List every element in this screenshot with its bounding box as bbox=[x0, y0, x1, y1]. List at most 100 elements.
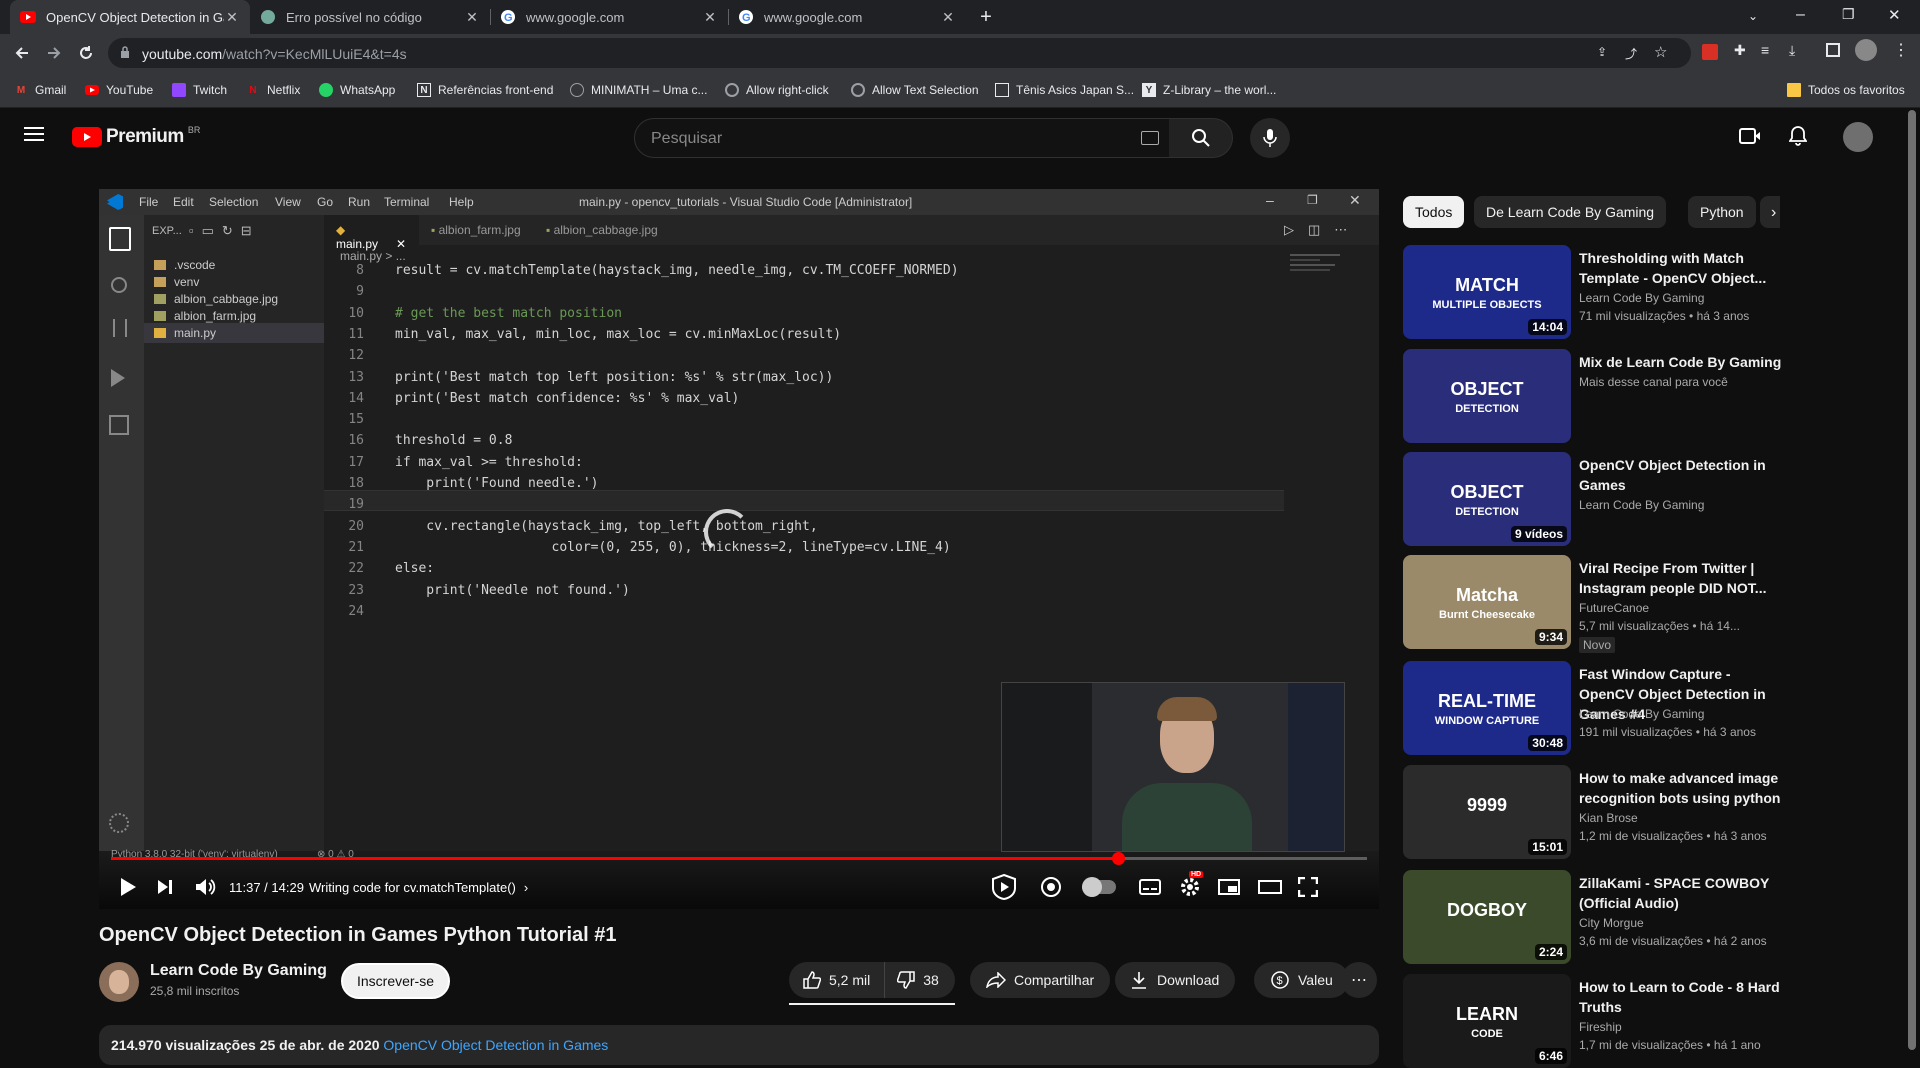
rec-thumbnail[interactable]: Matcha Burnt Cheesecake 9:34 bbox=[1403, 555, 1571, 649]
search-button[interactable] bbox=[1169, 118, 1233, 158]
close-tab-icon[interactable]: ✕ bbox=[224, 9, 240, 26]
rec-thumbnail[interactable]: DOGBOY 2:24 bbox=[1403, 870, 1571, 964]
chip-channel[interactable]: De Learn Code By Gaming bbox=[1474, 196, 1667, 228]
bookmark-netflix[interactable]: N Netflix bbox=[246, 82, 300, 98]
rec-channel[interactable]: FutureCanoe bbox=[1579, 601, 1649, 615]
close-window-icon[interactable]: ✕ bbox=[1888, 6, 1901, 24]
dislike-button[interactable]: 38 bbox=[885, 962, 951, 998]
tab-search-icon[interactable]: ⌄ bbox=[1748, 9, 1758, 23]
rec-thumbnail[interactable]: OBJECT DETECTION 9 vídeos bbox=[1403, 452, 1571, 546]
rec-channel[interactable]: Learn Code By Gaming bbox=[1579, 498, 1704, 512]
bookmark-gmail[interactable]: M Gmail bbox=[14, 82, 67, 98]
chip-all[interactable]: Todos bbox=[1403, 196, 1465, 228]
miniplayer-aperture-icon[interactable] bbox=[1040, 873, 1062, 901]
download-button[interactable]: Download bbox=[1115, 962, 1236, 998]
bookmark-youtube[interactable]: YouTube bbox=[85, 82, 153, 98]
rec-channel[interactable]: Kian Brose bbox=[1579, 811, 1638, 825]
chip-python[interactable]: Python bbox=[1688, 196, 1756, 228]
url-bar[interactable]: youtube.com/watch?v=KecMlLUuiE4&t=4s ⇪ ⤴… bbox=[108, 38, 1691, 68]
new-tab-button[interactable]: + bbox=[975, 6, 997, 28]
video-progress-bar[interactable] bbox=[111, 852, 1367, 865]
user-avatar[interactable] bbox=[1843, 122, 1873, 152]
autoplay-toggle[interactable] bbox=[1082, 873, 1116, 901]
video-player[interactable]: File Edit Selection View Go Run Terminal… bbox=[99, 189, 1379, 909]
bookmark-allow-right-click[interactable]: Allow right-click bbox=[725, 82, 829, 98]
rec-channel[interactable]: Learn Code By Gaming bbox=[1579, 291, 1704, 305]
share-button[interactable]: Compartilhar bbox=[970, 962, 1111, 998]
create-video-icon[interactable] bbox=[1739, 127, 1761, 145]
bookmark-zlibrary[interactable]: Y Z-Library – the worl... bbox=[1142, 82, 1276, 98]
playlist-link[interactable]: OpenCV Object Detection in Games bbox=[383, 1037, 608, 1053]
hamburger-menu-icon[interactable] bbox=[24, 126, 44, 142]
autoplay-shield-icon[interactable] bbox=[992, 873, 1016, 901]
more-actions-icon[interactable]: ⋯ bbox=[1341, 962, 1377, 998]
thanks-button[interactable]: $ Valeu bbox=[1254, 962, 1349, 998]
bookmarks-folder[interactable]: Todos os favoritos bbox=[1787, 82, 1905, 98]
rec-title[interactable]: OpenCV Object Detection in Games bbox=[1579, 455, 1789, 495]
reload-icon[interactable] bbox=[74, 42, 98, 64]
youtube-logo[interactable]: Premium BR bbox=[72, 125, 200, 148]
lock-icon[interactable] bbox=[120, 46, 130, 59]
browser-tab-chatgpt[interactable]: Erro possível no código ✕ bbox=[250, 0, 490, 34]
media-icon[interactable]: ≡ bbox=[1761, 42, 1769, 58]
page-scrollbar[interactable] bbox=[1904, 108, 1920, 1054]
rec-title[interactable]: ZillaKami - SPACE COWBOY (Official Audio… bbox=[1579, 873, 1789, 913]
settings-button[interactable]: HD bbox=[1179, 871, 1204, 901]
theater-mode-button[interactable] bbox=[1258, 873, 1282, 901]
rec-thumbnail[interactable]: OBJECT DETECTION bbox=[1403, 349, 1571, 443]
play-button[interactable] bbox=[119, 873, 137, 901]
chevron-right-icon[interactable]: › bbox=[1771, 204, 1776, 222]
rec-thumbnail[interactable]: MATCH MULTIPLE OBJECTS 14:04 bbox=[1403, 245, 1571, 339]
side-panel-icon[interactable] bbox=[1826, 43, 1840, 57]
bookmark-star-icon[interactable]: ☆ bbox=[1654, 43, 1667, 61]
back-icon[interactable] bbox=[10, 42, 34, 64]
channel-name[interactable]: Learn Code By Gaming bbox=[150, 962, 327, 980]
browser-tab-google-1[interactable]: G www.google.com ✕ bbox=[490, 0, 728, 34]
browser-tab-youtube[interactable]: OpenCV Object Detection in Gar ✕ bbox=[10, 0, 250, 34]
bookmark-minimath[interactable]: MINIMATH – Uma c... bbox=[570, 82, 707, 98]
scrollbar-thumb[interactable] bbox=[1908, 110, 1916, 1050]
close-tab-icon[interactable]: ✕ bbox=[702, 9, 718, 26]
keyboard-icon[interactable] bbox=[1141, 131, 1159, 145]
subscribe-button[interactable]: Inscrever-se bbox=[341, 963, 450, 999]
notifications-bell-icon[interactable] bbox=[1789, 126, 1807, 146]
channel-avatar[interactable] bbox=[99, 962, 139, 1002]
rec-thumbnail[interactable]: 9999 15:01 bbox=[1403, 765, 1571, 859]
bookmark-twitch[interactable]: Twitch bbox=[172, 82, 227, 98]
subtitles-button[interactable] bbox=[1139, 873, 1161, 901]
bookmark-allow-text-selection[interactable]: Allow Text Selection bbox=[851, 82, 979, 98]
rec-channel[interactable]: Mais desse canal para você bbox=[1579, 375, 1728, 389]
next-video-button[interactable] bbox=[157, 873, 173, 901]
rec-thumbnail[interactable]: REAL-TIME WINDOW CAPTURE 30:48 bbox=[1403, 661, 1571, 755]
share-icon[interactable]: ⤴ bbox=[1625, 45, 1637, 62]
search-input[interactable]: Pesquisar bbox=[634, 118, 1170, 158]
volume-button[interactable] bbox=[195, 873, 217, 901]
bookmark-whatsapp[interactable]: WhatsApp bbox=[319, 82, 395, 98]
fullscreen-button[interactable] bbox=[1298, 873, 1318, 901]
profile-avatar[interactable] bbox=[1855, 39, 1877, 61]
extensions-icon[interactable]: ✚ bbox=[1734, 42, 1746, 59]
pdf-extension-icon[interactable] bbox=[1702, 44, 1718, 60]
restore-icon[interactable]: ❐ bbox=[1842, 6, 1855, 23]
rec-channel[interactable]: City Morgue bbox=[1579, 916, 1644, 930]
rec-title[interactable]: How to make advanced image recognition b… bbox=[1579, 768, 1789, 808]
rec-title[interactable]: Viral Recipe From Twitter | Instagram pe… bbox=[1579, 558, 1789, 598]
voice-search-button[interactable] bbox=[1250, 118, 1290, 158]
bookmark-tenis[interactable]: Tênis Asics Japan S... bbox=[995, 82, 1134, 98]
description-box[interactable]: 214.970 visualizações 25 de abr. de 2020… bbox=[99, 1025, 1379, 1065]
forward-icon[interactable] bbox=[42, 42, 66, 64]
rec-title[interactable]: Mix de Learn Code By Gaming bbox=[1579, 352, 1789, 372]
rec-channel[interactable]: Fireship bbox=[1579, 1020, 1622, 1034]
browser-tab-google-2[interactable]: G www.google.com ✕ bbox=[728, 0, 966, 34]
rec-title[interactable]: How to Learn to Code - 8 Hard Truths bbox=[1579, 977, 1789, 1017]
chip-next-partial[interactable] bbox=[1760, 196, 1780, 228]
install-app-icon[interactable]: ⇪ bbox=[1597, 45, 1607, 59]
minimize-icon[interactable]: – bbox=[1796, 6, 1805, 24]
rec-channel[interactable]: Learn Code By Gaming bbox=[1579, 707, 1704, 721]
bookmark-referencias[interactable]: N Referências front-end bbox=[417, 82, 553, 98]
like-button[interactable]: 5,2 mil bbox=[789, 962, 886, 998]
miniplayer-button[interactable] bbox=[1218, 873, 1240, 901]
downloads-icon[interactable]: ⤓ bbox=[1789, 42, 1795, 59]
close-tab-icon[interactable]: ✕ bbox=[940, 9, 956, 26]
chapter-title[interactable]: Writing code for cv.matchTemplate() › bbox=[309, 873, 528, 901]
